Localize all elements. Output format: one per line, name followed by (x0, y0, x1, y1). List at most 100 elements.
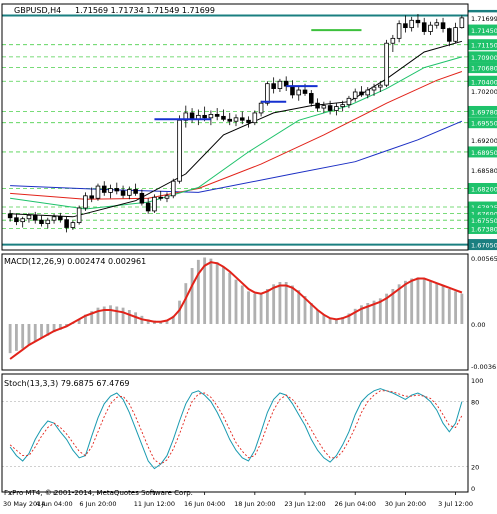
stoch-main-line (9, 388, 463, 470)
candle (58, 216, 63, 221)
candle (51, 216, 57, 221)
candle (32, 214, 38, 221)
candle (415, 19, 421, 24)
candle (296, 89, 302, 96)
candle (271, 83, 276, 89)
candle (239, 117, 245, 121)
macd-panel: 0.005657 0.00 -0.0036 (8, 255, 497, 371)
x-axis-label: 23 Jun 12:00 (284, 500, 325, 508)
candle (365, 89, 371, 96)
macd-label: MACD(12,26,9) 0.002474 0.002961 (4, 257, 146, 266)
price-tag-label: 1.67380 (471, 225, 497, 233)
candle (76, 207, 82, 224)
candle (252, 112, 258, 124)
candle (127, 189, 132, 196)
price-tag-label: 1.69550 (471, 120, 497, 128)
candle (428, 24, 433, 32)
candle (371, 86, 377, 91)
candle (246, 119, 251, 124)
candle (233, 117, 239, 122)
candle (70, 222, 76, 228)
candle (390, 37, 396, 44)
candle (202, 114, 207, 119)
candle (378, 84, 383, 88)
candle (177, 119, 182, 182)
price-tag-label: 1.70900 (471, 54, 497, 62)
stoch-tick-label: 20 (471, 463, 479, 471)
candle (421, 22, 427, 32)
candle (334, 106, 339, 111)
candle (227, 118, 233, 122)
chart-canvas: 1.717501.716991.714501.711501.709001.706… (1, 3, 497, 508)
moving-average-line (10, 71, 463, 200)
candle (164, 195, 170, 199)
stoch-panel: 100 80 20 0 (2, 377, 483, 493)
candle (26, 214, 32, 220)
candle (45, 219, 51, 224)
candle (158, 196, 163, 199)
stoch-tick-label: 0 (471, 485, 475, 493)
x-axis-label: 30 Jun 20:00 (385, 500, 426, 508)
macd-tick-label: -0.0036 (471, 363, 496, 371)
stoch-frame (1, 373, 469, 493)
candle (359, 91, 364, 96)
price-tag-label: 1.71150 (471, 42, 497, 50)
stoch-tick-label: 100 (471, 377, 483, 385)
candle (309, 93, 314, 104)
price-tag-label: 1.69200 (471, 137, 497, 145)
candle (396, 23, 402, 39)
price-tag-label: 1.67050 (471, 242, 497, 250)
price-tag-label: 1.70680 (471, 65, 497, 73)
price-tag-label: 1.71450 (471, 27, 497, 35)
candle (120, 190, 126, 196)
x-axis-label: 26 Jun 04:00 (335, 500, 376, 508)
chart-header-symbol: GBPUSD,H4 (14, 6, 61, 15)
price-tag-label: 1.70200 (471, 88, 497, 96)
candle (346, 97, 352, 106)
price-tag-label: 1.69780 (471, 108, 497, 116)
price-panel: 1.717501.716991.714501.711501.709001.706… (2, 9, 497, 251)
candle (139, 192, 145, 204)
moving-average-line (10, 56, 463, 210)
candle (453, 27, 458, 42)
candle (14, 217, 19, 223)
x-axis-label: 11 Jun 12:00 (134, 500, 175, 508)
candle (265, 83, 270, 104)
candle (302, 89, 308, 94)
candle (327, 105, 333, 111)
candle (321, 105, 327, 109)
candle (214, 114, 220, 117)
candle (221, 115, 226, 120)
candle (352, 91, 358, 99)
x-axis-label: 16 Jun 04:00 (184, 500, 225, 508)
candle (409, 19, 414, 29)
candle (208, 114, 214, 119)
candle (440, 22, 446, 29)
chart-root: 1.717501.716991.714501.711501.709001.706… (0, 0, 497, 510)
stoch-label: Stoch(13,3,3) 79.6875 67.4769 (4, 379, 130, 388)
candle (384, 42, 389, 86)
candle (447, 28, 452, 42)
candle (315, 102, 320, 109)
candle (277, 80, 283, 89)
x-axis-label: 3 Jul 12:00 (438, 500, 473, 508)
footer-copyright: FxPro MT4, © 2001-2014, MetaQuotes Softw… (4, 489, 193, 497)
candle (89, 195, 94, 199)
candle (340, 104, 345, 108)
moving-average-line (10, 120, 463, 193)
candle (145, 202, 151, 212)
price-tag-label: 1.71699 (471, 15, 497, 23)
chart-header-ohlc: 1.71569 1.71734 1.71549 1.71699 (75, 6, 215, 15)
candle (64, 219, 69, 228)
x-axis-label: 6 Jun 20:00 (79, 500, 116, 508)
candle (258, 102, 264, 114)
macd-tick-label: 0.00 (471, 321, 485, 329)
candle (39, 219, 44, 224)
candle (20, 218, 25, 223)
candle (7, 213, 13, 219)
candle (459, 17, 465, 29)
price-tag-label: 1.68950 (471, 149, 497, 157)
candle (403, 23, 408, 29)
candle (108, 188, 113, 193)
price-tag-label: 1.68200 (471, 186, 497, 194)
